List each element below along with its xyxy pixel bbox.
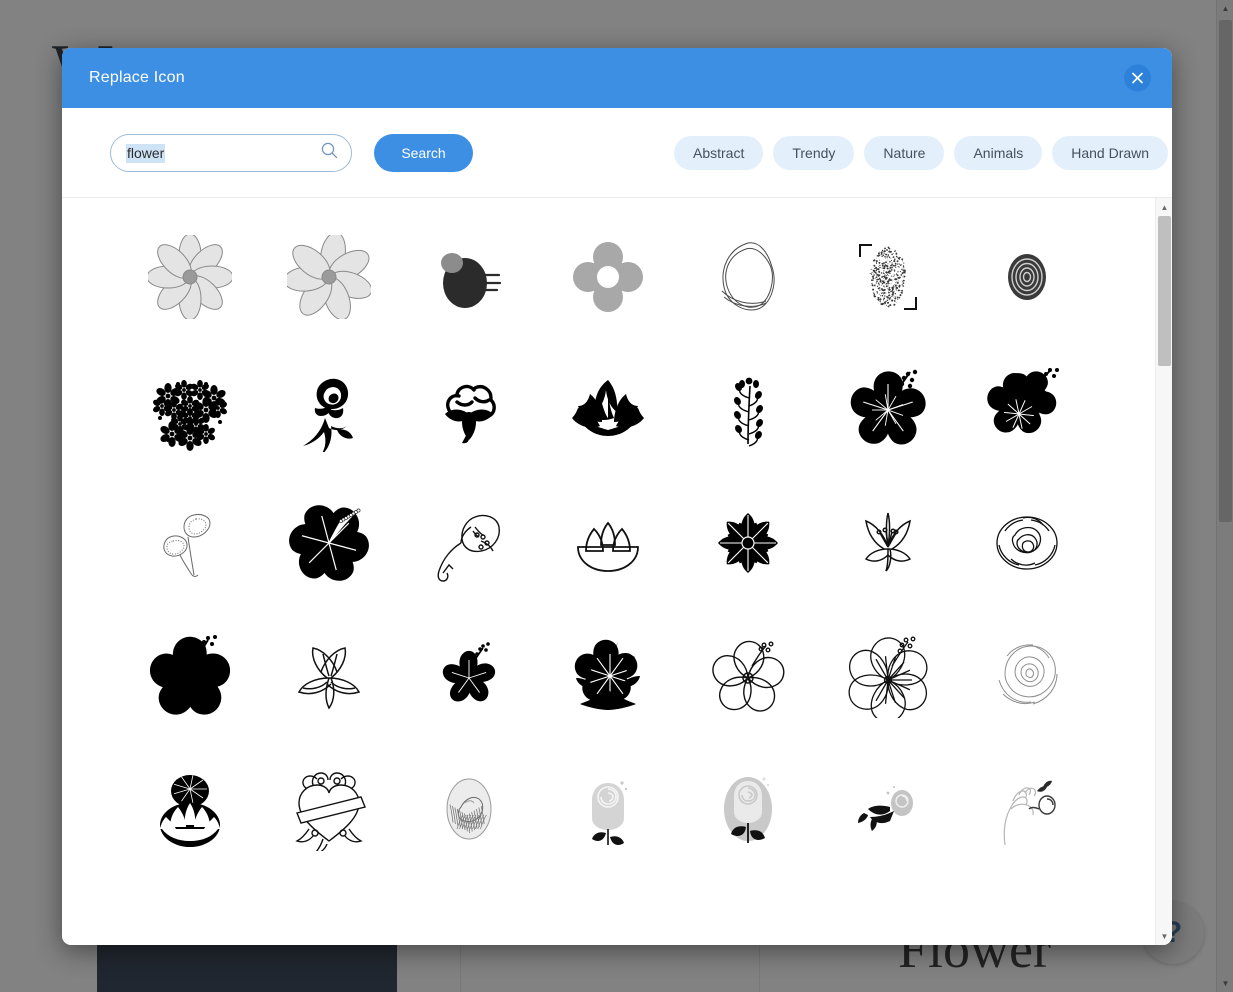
sketch-cosmos-flower-icon[interactable] [120,210,260,343]
partial-icon-c[interactable] [399,875,539,945]
floral-sprig-icon[interactable] [678,343,818,476]
small-hibiscus-solid-icon[interactable] [399,609,539,742]
amaryllis-solid-icon[interactable] [260,476,400,609]
lily-outline-icon[interactable] [818,476,958,609]
category-chip-abstract[interactable]: Abstract [674,136,763,170]
hibiscus-thin-outline-icon[interactable] [678,609,818,742]
partial-icon-b[interactable] [260,875,400,945]
partial-icon-d[interactable] [539,875,679,945]
rose-bud-light-icon[interactable] [539,742,679,875]
lotus-outline-icon[interactable] [539,476,679,609]
dialog-header: Replace Icon [62,48,1172,108]
sketch-poppy-flower-icon[interactable] [260,210,400,343]
close-icon[interactable] [1124,65,1151,92]
heart-banner-floral-icon[interactable] [260,742,400,875]
hibiscus-pair-icon[interactable] [957,343,1097,476]
hibiscus-detail-outline-icon[interactable] [818,609,958,742]
rose-circle-badge-icon[interactable] [678,742,818,875]
lotus-solid-icon[interactable] [539,343,679,476]
results-scrollbar-thumb[interactable] [1158,216,1171,366]
hibiscus-bouquet-icon[interactable] [539,609,679,742]
search-toolbar: flower Search Abstract Trendy Nature Ani… [62,108,1172,198]
quatrefoil-clover-icon[interactable] [539,210,679,343]
replace-icon-dialog: Replace Icon flower Search Abstract Tren… [62,48,1172,945]
floral-heart-icon[interactable] [120,343,260,476]
partial-icon-f[interactable] [818,875,958,945]
partial-icon-g[interactable] [957,875,1097,945]
lily-line-icon[interactable] [260,609,400,742]
rose-outline-icon[interactable] [957,476,1097,609]
results-scroll-viewport [62,198,1155,945]
abstract-blob-leaf-icon[interactable] [399,210,539,343]
partial-icon-a[interactable] [120,875,260,945]
category-chip-animals[interactable]: Animals [954,136,1042,170]
tree-ring-spiral-icon[interactable] [957,210,1097,343]
results-scroll-down-icon[interactable]: ▼ [1156,928,1172,944]
partial-icon-e[interactable] [678,875,818,945]
search-input[interactable] [110,134,352,172]
category-chip-hand-drawn[interactable]: Hand Drawn [1052,136,1168,170]
hand-holding-rose-icon[interactable] [957,742,1097,875]
rose-sketch-outline-icon[interactable] [957,609,1097,742]
hibiscus-filled-icon[interactable] [120,609,260,742]
category-filter-list: Abstract Trendy Nature Animals Hand Draw… [674,136,1168,170]
rose-branch-light-icon[interactable] [818,742,958,875]
results-scroll-up-icon[interactable]: ▲ [1156,199,1172,215]
icon-results-grid [62,198,1155,945]
trumpet-flower-outline-icon[interactable] [399,476,539,609]
waterlily-engraving-icon[interactable] [120,742,260,875]
results-scrollbar[interactable]: ▲ ▼ [1155,198,1172,945]
search-field-wrapper: flower [110,134,352,172]
cotton-boll-icon[interactable] [399,343,539,476]
dialog-title: Replace Icon [89,69,185,87]
category-chip-trendy[interactable]: Trendy [773,136,854,170]
dahlia-solid-icon[interactable] [678,476,818,609]
hibiscus-solid-icon[interactable] [818,343,958,476]
stipple-bracket-icon[interactable] [818,210,958,343]
calla-lily-sketch-icon[interactable] [120,476,260,609]
results-area: ▲ ▼ [62,198,1172,945]
category-chip-nature[interactable]: Nature [864,136,944,170]
oval-bird-badge-icon[interactable] [399,742,539,875]
rose-stem-icon[interactable] [260,343,400,476]
scribble-loop-outline-icon[interactable] [678,210,818,343]
search-button[interactable]: Search [374,134,473,172]
